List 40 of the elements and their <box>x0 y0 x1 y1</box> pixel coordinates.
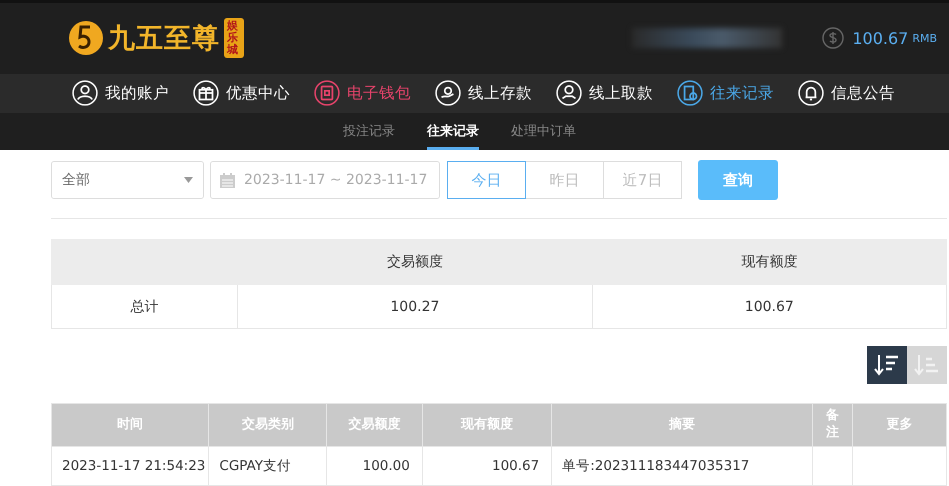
table-cell <box>812 446 853 486</box>
caret-icon <box>184 177 193 184</box>
wallet-icon <box>314 80 340 106</box>
coin-hand-icon <box>435 80 461 106</box>
table-cell: 100.67 <box>422 446 552 486</box>
sub-tab[interactable]: 投注记录 <box>343 112 395 150</box>
table-cell: 单号:202311183447035317 <box>552 446 813 486</box>
dollar-icon <box>822 27 844 50</box>
table-cell: CGPAY支付 <box>208 446 327 486</box>
table-cell: 总计 <box>52 284 238 329</box>
nav-item[interactable]: 电子钱包 <box>314 80 411 106</box>
nav-item[interactable]: 线上存款 <box>435 80 532 106</box>
calendar-icon <box>219 172 236 189</box>
currency-label: RMB <box>912 32 937 45</box>
nav-item[interactable]: 线上取款 <box>556 80 653 106</box>
table-cell: 100.67 <box>592 284 946 329</box>
balance-amount: 100.67 <box>852 28 908 48</box>
bell-icon <box>798 80 824 106</box>
dollar-hand-icon <box>556 80 582 106</box>
logo-badge: 娱乐城 <box>224 18 244 58</box>
table-cell: 2023-11-17 21:54:23 <box>52 446 209 486</box>
sort-ascending-icon <box>914 353 940 378</box>
nav-item[interactable]: 往来记录 <box>677 80 774 106</box>
table-cell: 100.00 <box>326 446 422 486</box>
nav-item[interactable]: 优惠中心 <box>193 80 290 106</box>
document-icon <box>677 80 703 106</box>
sub-tab[interactable]: 处理中订单 <box>511 112 576 150</box>
sort-descending-button[interactable] <box>867 346 907 384</box>
sort-descending-icon <box>874 353 900 378</box>
user-icon <box>72 80 98 106</box>
sub-tab[interactable]: 往来记录 <box>427 112 479 150</box>
logo-text: 九五至尊 <box>108 22 220 56</box>
type-select[interactable]: 全部 <box>51 161 204 200</box>
nav-item[interactable]: 信息公告 <box>798 80 895 106</box>
table-cell: 100.27 <box>238 284 592 329</box>
nav-item[interactable]: 我的账户 <box>72 80 169 106</box>
header-cell: 现有额度 <box>592 240 946 285</box>
logo-icon <box>68 19 104 58</box>
gift-icon <box>193 80 219 106</box>
header-cell: 交易额度 <box>238 240 592 285</box>
